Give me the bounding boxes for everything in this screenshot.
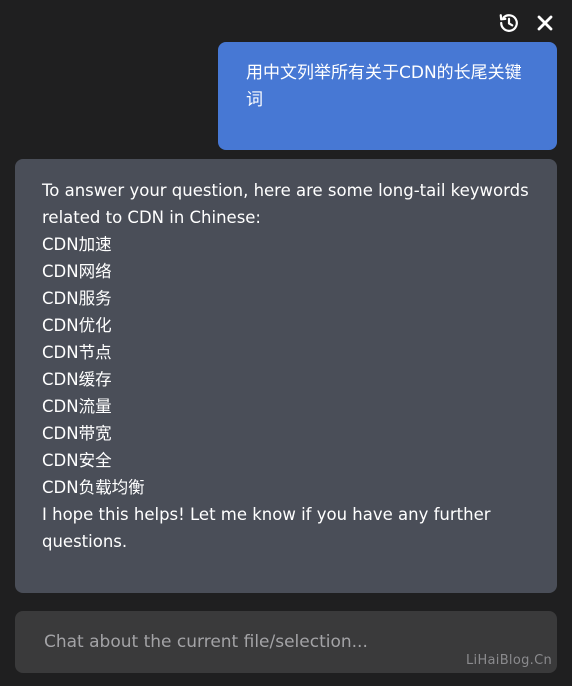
- close-icon[interactable]: [532, 10, 558, 36]
- user-message-bubble: 用中文列举所有关于CDN的长尾关键词: [218, 42, 557, 150]
- panel-toolbar: [496, 10, 558, 36]
- keyword-item: CDN缓存: [42, 370, 112, 389]
- keyword-item: CDN优化: [42, 316, 112, 335]
- keyword-item: CDN网络: [42, 262, 112, 281]
- user-message-text: 用中文列举所有关于CDN的长尾关键词: [246, 63, 522, 110]
- assistant-message-line: I hope this helps! Let me know if you ha…: [42, 505, 491, 524]
- chat-panel: 用中文列举所有关于CDN的长尾关键词 To answer your questi…: [0, 0, 572, 686]
- keyword-item: CDN节点: [42, 343, 112, 362]
- keyword-item: CDN负载均衡: [42, 478, 145, 497]
- keyword-item: CDN加速: [42, 235, 112, 254]
- assistant-message-bubble: To answer your question, here are some l…: [15, 159, 557, 593]
- keyword-item: CDN流量: [42, 397, 112, 416]
- assistant-message-line: To answer your question, here are some l…: [42, 181, 529, 200]
- keyword-item: CDN安全: [42, 451, 112, 470]
- keyword-item: CDN服务: [42, 289, 112, 308]
- chat-input[interactable]: [42, 631, 530, 653]
- keyword-item: CDN带宽: [42, 424, 112, 443]
- watermark: LiHaiBlog.Cn: [466, 653, 552, 668]
- assistant-message-line: questions.: [42, 532, 128, 551]
- history-icon[interactable]: [496, 10, 522, 36]
- assistant-message-line: related to CDN in Chinese:: [42, 208, 261, 227]
